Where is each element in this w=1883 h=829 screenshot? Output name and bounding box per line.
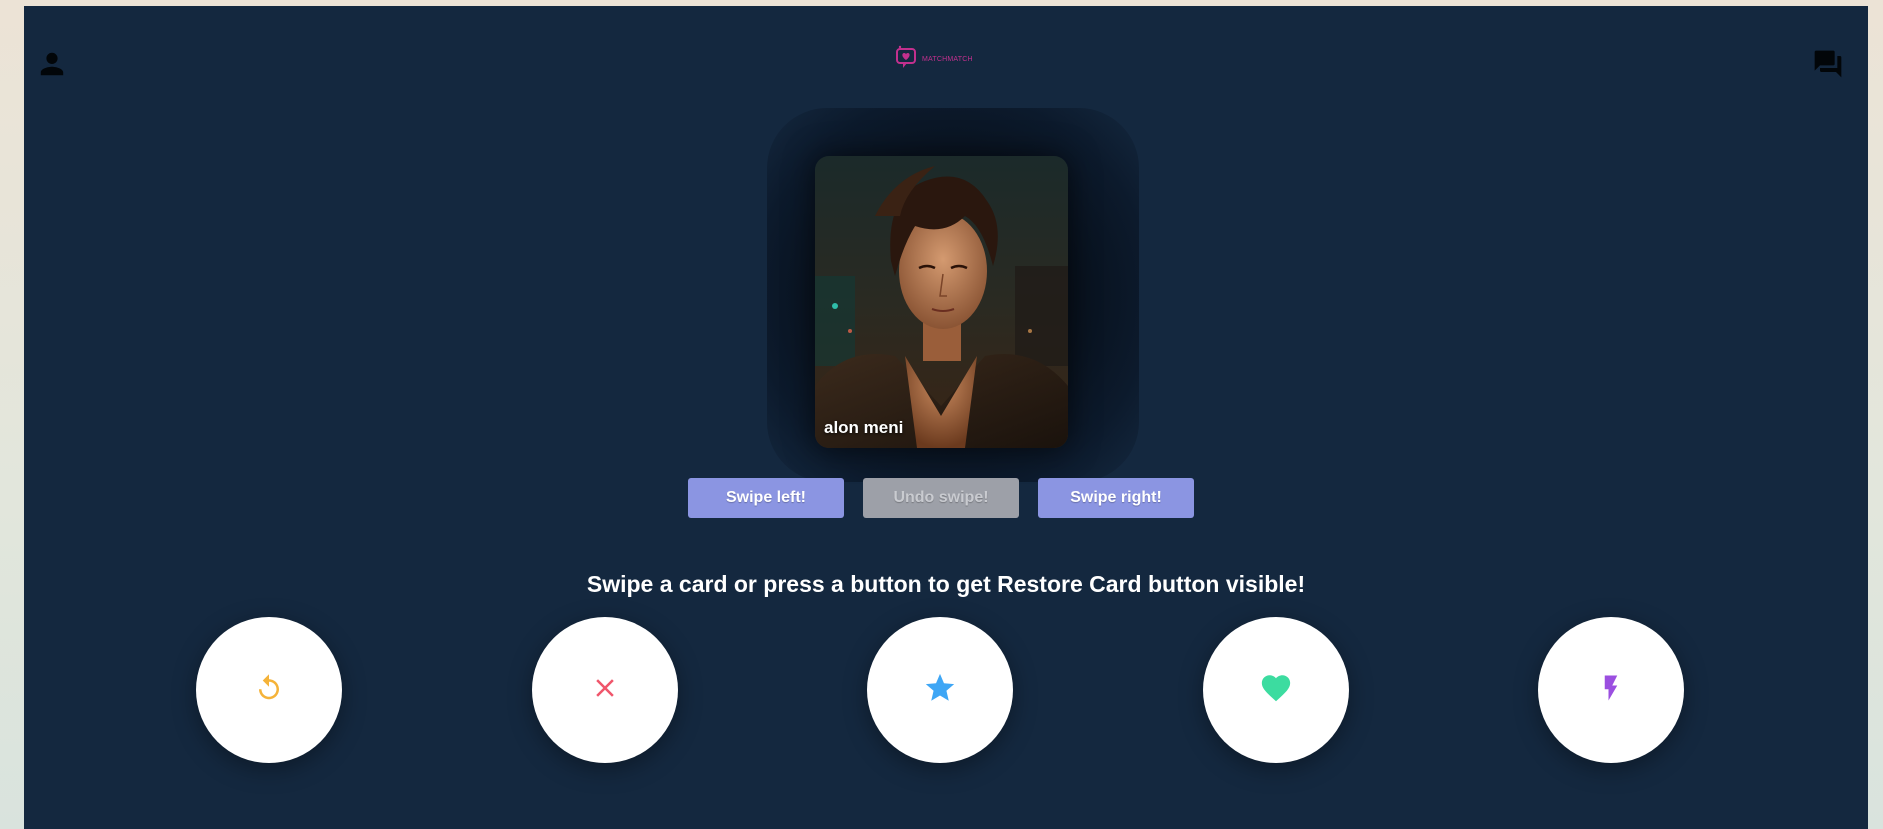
replay-icon [254, 673, 284, 708]
super-like-button[interactable] [867, 617, 1013, 763]
undo-swipe-button[interactable]: Undo swipe! [863, 478, 1019, 518]
close-icon [590, 673, 620, 708]
forum-icon [1812, 48, 1844, 85]
card-name: alon meni [824, 418, 904, 437]
boost-button[interactable] [1538, 617, 1684, 763]
nope-button[interactable] [532, 617, 678, 763]
profile-card[interactable]: alon meni [815, 156, 1068, 448]
star-icon [923, 671, 957, 710]
rewind-button[interactable] [196, 617, 342, 763]
like-button[interactable] [1203, 617, 1349, 763]
flash-icon [1596, 673, 1626, 708]
swipe-left-button[interactable]: Swipe left! [688, 478, 844, 518]
app-container: MATCHMATCH alon meni Swipe left! Undo sw… [24, 6, 1868, 829]
swipe-right-button[interactable]: Swipe right! [1038, 478, 1194, 518]
chat-heart-logo-icon [894, 44, 920, 75]
chats-button[interactable] [1808, 46, 1848, 86]
person-icon [38, 50, 66, 83]
heart-icon [1259, 671, 1293, 710]
logo-text: MATCHMATCH [922, 56, 973, 63]
hint-text: Swipe a card or press a button to get Re… [586, 571, 1306, 597]
profile-photo [815, 156, 1068, 448]
profile-button[interactable] [32, 46, 72, 86]
app-logo[interactable]: MATCHMATCH [894, 44, 973, 75]
